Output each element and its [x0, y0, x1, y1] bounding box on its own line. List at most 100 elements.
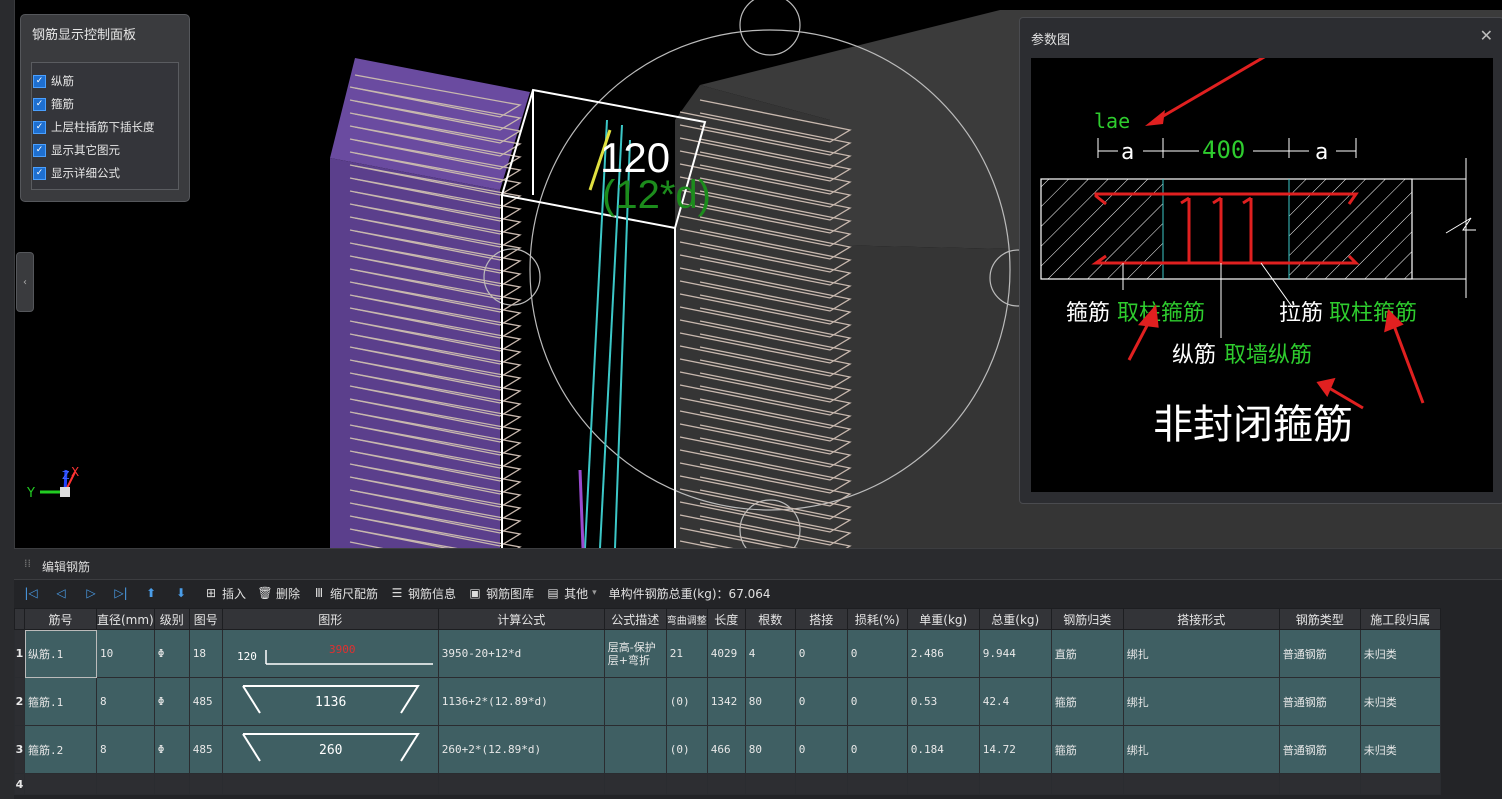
cell-unit-weight[interactable]: 0.53: [906, 677, 980, 726]
col-header[interactable]: 钢筋归类: [1050, 608, 1124, 630]
collapse-left-tab[interactable]: ‹: [16, 252, 34, 312]
cell-lap-type[interactable]: 绑扎: [1122, 725, 1280, 774]
col-header[interactable]: 施工段归属: [1359, 608, 1441, 630]
cell-formula-desc[interactable]: [603, 677, 667, 726]
col-header[interactable]: 总重(kg): [978, 608, 1052, 630]
cell-lap[interactable]: 0: [794, 677, 848, 726]
col-header[interactable]: 筋号: [24, 608, 97, 630]
cell-formula-desc[interactable]: 层高-保护层+弯折: [603, 629, 667, 678]
checkbox-checked-icon[interactable]: ✓: [33, 74, 46, 88]
cell-fig-no[interactable]: 18: [188, 629, 223, 678]
cell-loss[interactable]: 0: [846, 677, 908, 726]
option-other-elements[interactable]: ✓ 显示其它图元: [33, 142, 120, 158]
col-header[interactable]: 损耗(%): [846, 608, 908, 630]
cell-rebar-type[interactable]: 普通钢筋: [1278, 629, 1361, 678]
cell-stage[interactable]: 未归类: [1359, 629, 1441, 678]
cell-name[interactable]: 箍筋.1: [24, 677, 97, 726]
insert-button[interactable]: ⊞ 插入: [204, 585, 246, 602]
cell-lap[interactable]: 0: [794, 725, 848, 774]
cell-category[interactable]: 直筋: [1050, 629, 1124, 678]
cell-loss[interactable]: 0: [846, 629, 908, 678]
cell-diameter[interactable]: 10: [96, 629, 155, 678]
col-header[interactable]: 搭接: [794, 608, 848, 630]
cell-total-weight[interactable]: 42.4: [978, 677, 1052, 726]
col-header[interactable]: 单重(kg): [906, 608, 980, 630]
option-stirrup[interactable]: ✓ 箍筋: [33, 96, 74, 112]
cell-formula-desc[interactable]: [603, 725, 667, 774]
cell-rebar-type[interactable]: 普通钢筋: [1278, 725, 1361, 774]
col-header[interactable]: 钢筋类型: [1278, 608, 1361, 630]
move-down-button[interactable]: ⬇: [174, 586, 192, 600]
cell-fig-no[interactable]: 485: [188, 725, 223, 774]
col-header[interactable]: 级别: [153, 608, 190, 630]
table-row[interactable]: 1 纵筋.1 10 Φ 18 120 3900 3950-20+12*d 层高-…: [14, 629, 1441, 678]
cell-bend-adjust[interactable]: (0): [665, 725, 708, 774]
cell-category[interactable]: 箍筋: [1050, 725, 1124, 774]
table-row-empty[interactable]: 4: [14, 773, 1441, 795]
cell-stage[interactable]: 未归类: [1359, 725, 1441, 774]
table-row[interactable]: 3 箍筋.2 8 Φ 485 260 260+2*(12.89*d) (0) 4…: [14, 725, 1441, 774]
cell-name[interactable]: 纵筋.1: [24, 629, 97, 678]
cell-diameter[interactable]: 8: [96, 677, 155, 726]
rebar-info-button[interactable]: ☰ 钢筋信息: [390, 585, 456, 602]
cell-shape[interactable]: 260: [221, 725, 439, 774]
cell-length[interactable]: 466: [706, 725, 746, 774]
prev-record-button[interactable]: ◁: [54, 586, 72, 600]
col-header[interactable]: 图形: [221, 608, 439, 630]
delete-button[interactable]: 🗑 删除: [257, 585, 300, 602]
cell-stage[interactable]: 未归类: [1359, 677, 1441, 726]
cell-length[interactable]: 1342: [706, 677, 746, 726]
checkbox-checked-icon[interactable]: ✓: [33, 143, 46, 157]
cell-loss[interactable]: 0: [846, 725, 908, 774]
last-record-button[interactable]: ▷|: [114, 586, 132, 600]
col-header[interactable]: 公式描述: [603, 608, 667, 630]
cell-total-weight[interactable]: 9.944: [978, 629, 1052, 678]
cell-grade[interactable]: Φ: [153, 677, 190, 726]
cell-formula[interactable]: 1136+2*(12.89*d): [437, 677, 605, 726]
option-longitudinal[interactable]: ✓ 纵筋: [33, 73, 74, 89]
option-dowel-length[interactable]: ✓ 上层柱插筋下插长度: [33, 119, 155, 135]
cell-rebar-type[interactable]: 普通钢筋: [1278, 677, 1361, 726]
cell-total-weight[interactable]: 14.72: [978, 725, 1052, 774]
drag-grip-icon[interactable]: ⁞⁞: [24, 557, 31, 570]
cell-unit-weight[interactable]: 0.184: [906, 725, 980, 774]
cell-count[interactable]: 80: [744, 725, 796, 774]
col-header[interactable]: 图号: [188, 608, 223, 630]
col-header[interactable]: 长度: [706, 608, 746, 630]
3d-viewport[interactable]: 120 (12*d) Y X Z 钢筋显示控制面板 ✓ 纵筋 ✓ 箍筋 ✓ 上层柱插筋…: [0, 0, 1502, 548]
first-record-button[interactable]: |◁: [24, 586, 42, 600]
checkbox-checked-icon[interactable]: ✓: [33, 120, 46, 134]
cell-count[interactable]: 80: [744, 677, 796, 726]
cell-category[interactable]: 箍筋: [1050, 677, 1124, 726]
checkbox-checked-icon[interactable]: ✓: [33, 166, 46, 180]
cell-count[interactable]: 4: [744, 629, 796, 678]
other-dropdown-button[interactable]: ▤ 其他 ▾: [546, 585, 596, 602]
col-header[interactable]: 弯曲调整: [665, 608, 708, 630]
cell-formula[interactable]: 3950-20+12*d: [437, 629, 605, 678]
next-record-button[interactable]: ▷: [84, 586, 102, 600]
cell-name[interactable]: 箍筋.2: [24, 725, 97, 774]
cell-bend-adjust[interactable]: (0): [665, 677, 708, 726]
col-header[interactable]: 搭接形式: [1122, 608, 1280, 630]
cell-length[interactable]: 4029: [706, 629, 746, 678]
checkbox-checked-icon[interactable]: ✓: [33, 97, 46, 111]
table-row[interactable]: 2 箍筋.1 8 Φ 485 1136 1136+2*(12.89*d) (0)…: [14, 677, 1441, 726]
cell-shape[interactable]: 120 3900: [221, 629, 439, 678]
cell-grade[interactable]: Φ: [153, 725, 190, 774]
option-detailed-formula[interactable]: ✓ 显示详细公式: [33, 165, 120, 181]
cell-formula[interactable]: 260+2*(12.89*d): [437, 725, 605, 774]
cell-lap-type[interactable]: 绑扎: [1122, 677, 1280, 726]
rebar-library-button[interactable]: ▣ 钢筋图库: [468, 585, 534, 602]
cell-bend-adjust[interactable]: 21: [665, 629, 708, 678]
cell-fig-no[interactable]: 485: [188, 677, 223, 726]
cell-lap-type[interactable]: 绑扎: [1122, 629, 1280, 678]
cell-grade[interactable]: Φ: [153, 629, 190, 678]
cell-diameter[interactable]: 8: [96, 725, 155, 774]
move-up-button[interactable]: ⬆: [144, 586, 162, 600]
col-header[interactable]: 根数: [744, 608, 796, 630]
col-header[interactable]: 计算公式: [437, 608, 605, 630]
cell-lap[interactable]: 0: [794, 629, 848, 678]
scale-config-button[interactable]: Ⅲ 缩尺配筋: [312, 585, 378, 602]
col-header[interactable]: 直径(mm): [96, 608, 155, 630]
cell-shape[interactable]: 1136: [221, 677, 439, 726]
